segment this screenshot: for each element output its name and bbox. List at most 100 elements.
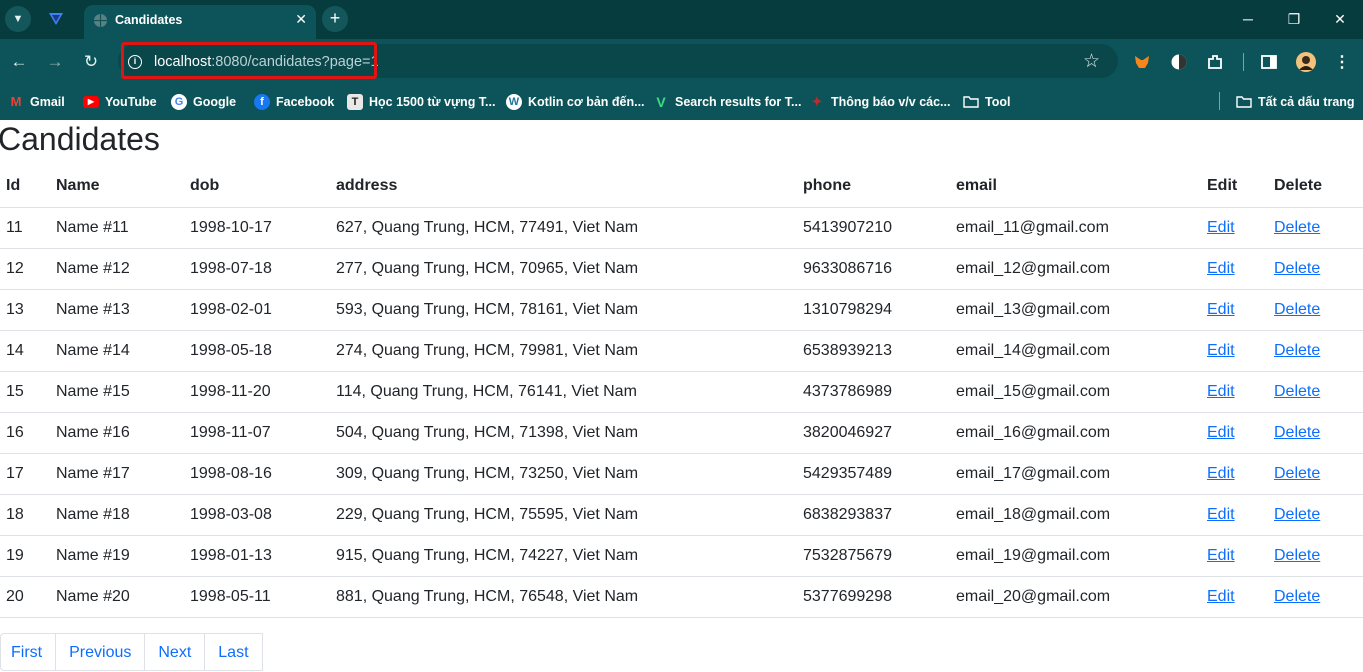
cell-dob: 1998-01-13: [184, 535, 330, 577]
bookmark-folder-tool[interactable]: Tool: [963, 92, 1010, 112]
page-last-button[interactable]: Last: [204, 633, 263, 671]
side-panel-icon[interactable]: [1260, 53, 1278, 71]
bookmark-star-icon[interactable]: ☆: [1083, 50, 1100, 73]
tab-search-button[interactable]: ▼: [5, 6, 31, 32]
back-arrow-icon[interactable]: ←: [8, 51, 30, 73]
cell-phone: 7532875679: [797, 535, 950, 577]
cell-dob: 1998-03-08: [184, 494, 330, 536]
table-cell: Edit: [1201, 289, 1268, 331]
reload-icon[interactable]: ↻: [80, 51, 102, 73]
delete-link[interactable]: Delete: [1274, 260, 1320, 277]
cell-address: 627, Quang Trung, HCM, 77491, Viet Nam: [330, 207, 797, 249]
edit-link[interactable]: Edit: [1207, 301, 1235, 318]
edit-link[interactable]: Edit: [1207, 547, 1235, 564]
edit-link[interactable]: Edit: [1207, 260, 1235, 277]
table-cell: Delete: [1268, 412, 1363, 454]
delete-link[interactable]: Delete: [1274, 465, 1320, 482]
window-close-button[interactable]: ✕: [1317, 0, 1363, 39]
tab-title: Candidates: [115, 13, 183, 27]
close-icon[interactable]: ✕: [295, 11, 307, 28]
cell-dob: 1998-11-20: [184, 371, 330, 413]
bookmark-vocab[interactable]: T Học 1500 từ vựng T...: [347, 92, 495, 112]
edit-link[interactable]: Edit: [1207, 219, 1235, 236]
metamask-icon[interactable]: [1133, 53, 1151, 71]
browser-titlebar: ▼ Candidates ✕ + ─ ❐ ✕: [0, 0, 1363, 39]
t-icon: T: [347, 94, 363, 110]
page-next-button[interactable]: Next: [144, 633, 206, 671]
delete-link[interactable]: Delete: [1274, 383, 1320, 400]
cell-phone: 9633086716: [797, 248, 950, 290]
all-bookmarks-folder[interactable]: Tất cả dấu trang: [1236, 92, 1355, 112]
table-cell: Delete: [1268, 453, 1363, 495]
bookmark-label: Search results for T...: [675, 95, 802, 109]
cell-phone: 5413907210: [797, 207, 950, 249]
cell-name: Name #14: [50, 330, 184, 372]
page-previous-button[interactable]: Previous: [55, 633, 146, 671]
edit-link[interactable]: Edit: [1207, 383, 1235, 400]
menu-dots-icon[interactable]: ⋮: [1334, 52, 1350, 72]
table-cell: Delete: [1268, 371, 1363, 413]
cell-name: Name #11: [50, 207, 184, 249]
bookmarks-bar: M Gmail ▶ YouTube G Google f Facebook T …: [0, 85, 1363, 120]
minimize-button[interactable]: ─: [1225, 0, 1271, 39]
bookmark-facebook[interactable]: f Facebook: [254, 92, 334, 112]
delete-link[interactable]: Delete: [1274, 301, 1320, 318]
delete-link[interactable]: Delete: [1274, 219, 1320, 236]
cell-address: 274, Quang Trung, HCM, 79981, Viet Nam: [330, 330, 797, 372]
cell-phone: 6538939213: [797, 330, 950, 372]
delete-link[interactable]: Delete: [1274, 506, 1320, 523]
table-cell: Delete: [1268, 248, 1363, 290]
table-cell: Delete: [1268, 535, 1363, 577]
edit-link[interactable]: Edit: [1207, 424, 1235, 441]
column-header-address: address: [330, 166, 797, 208]
cell-address: 593, Quang Trung, HCM, 78161, Viet Nam: [330, 289, 797, 331]
cell-email: email_11@gmail.com: [950, 207, 1201, 249]
facebook-icon: f: [254, 94, 270, 110]
bookmarks-divider: [1219, 92, 1220, 110]
cell-address: 915, Quang Trung, HCM, 74227, Viet Nam: [330, 535, 797, 577]
page-first-button[interactable]: First: [0, 633, 57, 671]
edit-link[interactable]: Edit: [1207, 506, 1235, 523]
table-cell: Delete: [1268, 207, 1363, 249]
bookmark-youtube[interactable]: ▶ YouTube: [83, 92, 157, 112]
delete-link[interactable]: Delete: [1274, 342, 1320, 359]
cell-email: email_16@gmail.com: [950, 412, 1201, 454]
bookmark-kotlin[interactable]: W Kotlin cơ bản đến...: [506, 92, 645, 112]
tab-candidates[interactable]: Candidates ✕: [84, 5, 316, 39]
table-cell: Edit: [1201, 576, 1268, 618]
extensions-puzzle-icon[interactable]: [1206, 53, 1224, 71]
cell-id: 15: [0, 371, 50, 413]
avatar[interactable]: [1296, 52, 1316, 72]
table-row: 17 Name #17 1998-08-16 309, Quang Trung, HC…: [0, 453, 1363, 495]
table-cell: Edit: [1201, 453, 1268, 495]
table-row: 13 Name #13 1998-02-01 593, Quang Trung, HC…: [0, 289, 1363, 331]
delete-link[interactable]: Delete: [1274, 547, 1320, 564]
google-icon: G: [171, 94, 187, 110]
maximize-button[interactable]: ❐: [1271, 0, 1317, 39]
delete-link[interactable]: Delete: [1274, 424, 1320, 441]
cell-dob: 1998-07-18: [184, 248, 330, 290]
cell-email: email_18@gmail.com: [950, 494, 1201, 536]
bookmark-search-results[interactable]: V Search results for T...: [653, 92, 801, 112]
new-tab-button[interactable]: +: [322, 6, 348, 32]
bookmark-label: Tất cả dấu trang: [1258, 95, 1355, 109]
extension-circle-icon[interactable]: [1170, 53, 1188, 71]
bookmark-thong-bao[interactable]: ✦ Thông báo v/v các...: [809, 92, 951, 112]
cell-dob: 1998-05-18: [184, 330, 330, 372]
bookmark-gmail[interactable]: M Gmail: [8, 92, 65, 112]
edit-link[interactable]: Edit: [1207, 465, 1235, 482]
edit-link[interactable]: Edit: [1207, 342, 1235, 359]
cell-id: 11: [0, 207, 50, 249]
delete-link[interactable]: Delete: [1274, 588, 1320, 605]
table-row: 12 Name #12 1998-07-18 277, Quang Trung, HC…: [0, 248, 1363, 290]
bookmark-google[interactable]: G Google: [171, 92, 236, 112]
table-cell: Delete: [1268, 494, 1363, 536]
pinned-tab-icon[interactable]: [48, 11, 64, 27]
cell-dob: 1998-08-16: [184, 453, 330, 495]
edit-link[interactable]: Edit: [1207, 588, 1235, 605]
table-cell: Delete: [1268, 289, 1363, 331]
bookmark-label: Kotlin cơ bản đến...: [528, 95, 645, 109]
cell-phone: 1310798294: [797, 289, 950, 331]
forward-arrow-icon[interactable]: →: [44, 51, 66, 73]
cell-name: Name #13: [50, 289, 184, 331]
